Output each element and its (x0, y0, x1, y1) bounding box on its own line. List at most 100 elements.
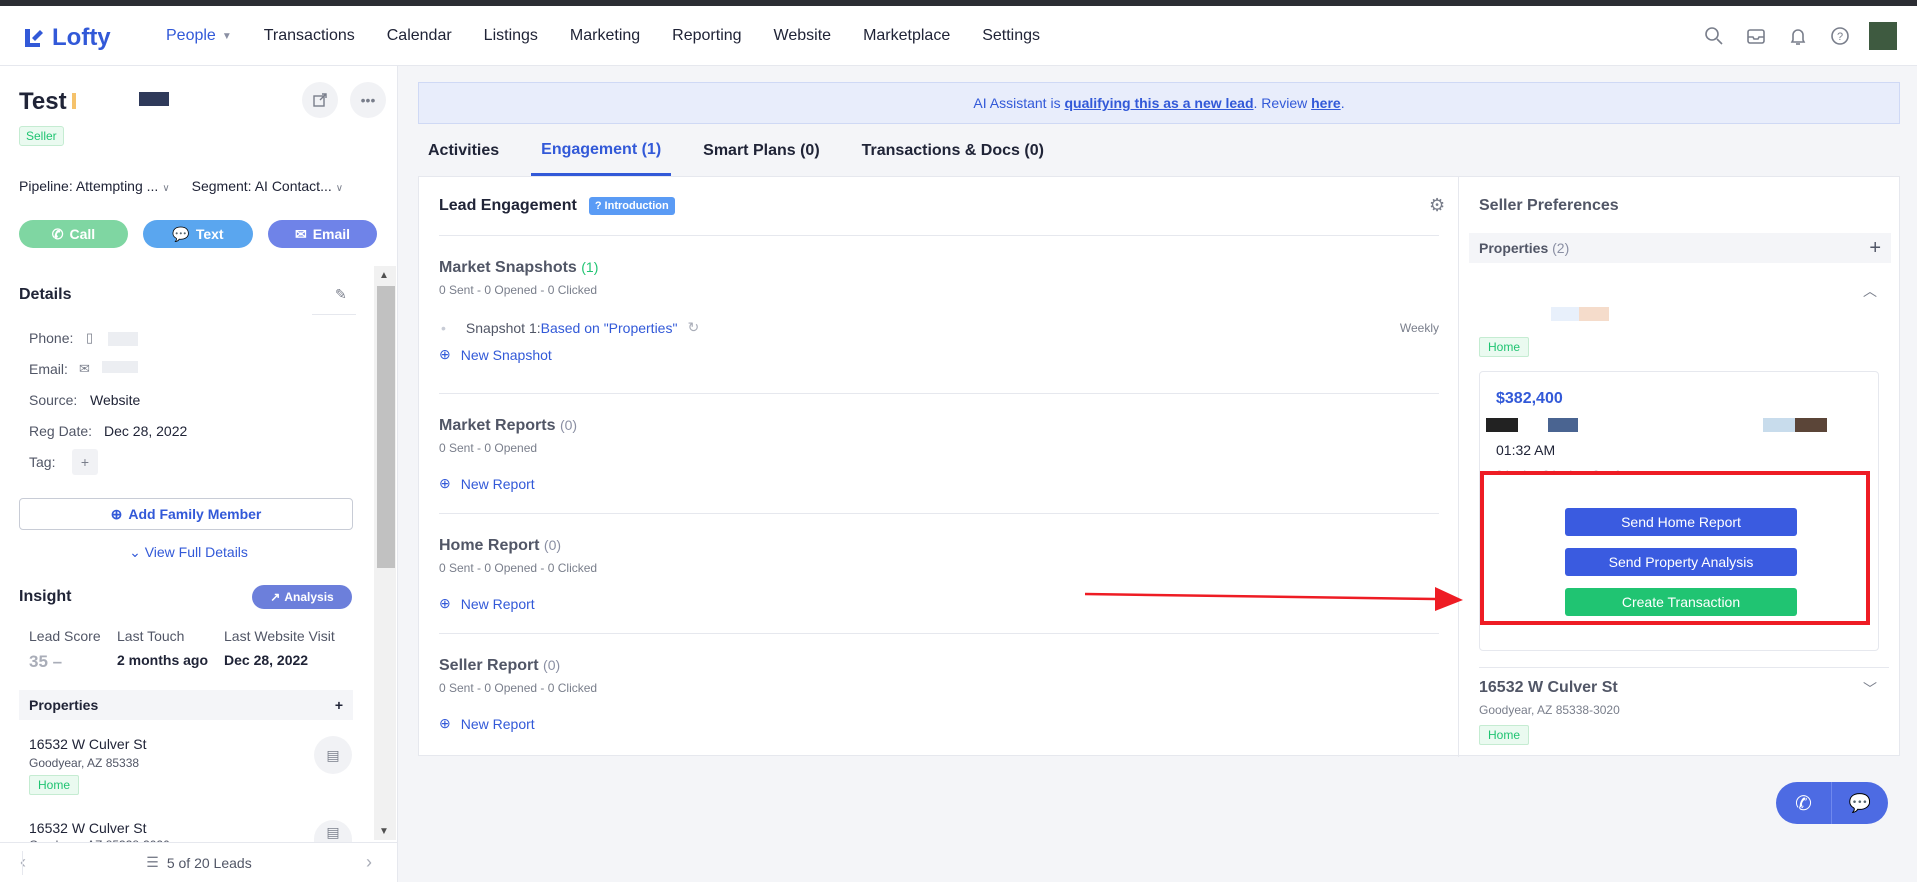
bell-icon[interactable] (1785, 23, 1811, 49)
phone-label: Phone: (29, 330, 74, 346)
view-full-details-link[interactable]: ⌄ View Full Details (0, 544, 377, 561)
list-icon: ☰ (146, 854, 159, 870)
redacted-block (1579, 307, 1609, 321)
redacted-block (1486, 418, 1518, 432)
more-icon[interactable]: ••• (350, 82, 386, 118)
seller-properties-count: (2) (1552, 240, 1570, 256)
nav-listings[interactable]: Listings (468, 6, 554, 66)
chat-icon[interactable]: 💬 (1832, 782, 1888, 824)
analysis-button[interactable]: ↗ Analysis (252, 585, 352, 609)
introduction-badge[interactable]: ? Introduction (588, 197, 675, 215)
document-icon[interactable]: ▤ (314, 736, 352, 774)
call-button[interactable]: ✆ Call (19, 220, 128, 248)
add-property-icon[interactable]: + (335, 697, 343, 713)
seller-report-title: Seller Report (439, 657, 539, 674)
chevron-down-icon: ▼ (221, 30, 232, 42)
nav-marketplace[interactable]: Marketplace (847, 6, 966, 66)
segment-select[interactable]: Segment: AI Contact... ∨ (192, 178, 343, 194)
email-button[interactable]: ✉ Email (268, 220, 377, 248)
new-market-report-link[interactable]: ⊕ New Report (439, 475, 1439, 492)
segment-value: AI Contact... (254, 178, 332, 194)
nav-marketing[interactable]: Marketing (554, 6, 656, 66)
seller-home-badge: Home (1479, 337, 1530, 357)
market-reports-section: Market Reports (0) 0 Sent - 0 Opened ⊕ Ne… (439, 417, 1439, 492)
new-snapshot-label: New Snapshot (460, 346, 552, 363)
snapshot-row: • Snapshot 1: Based on "Properties" ↻ We… (439, 319, 1439, 336)
name-accent-mark (72, 93, 76, 109)
left-prop1-address[interactable]: 16532 W Culver St (29, 736, 147, 752)
lead-name: Test (19, 88, 67, 115)
chat-icon: 💬 (172, 225, 190, 242)
tab-activities[interactable]: Activities (418, 126, 509, 176)
search-icon[interactable] (1701, 23, 1727, 49)
banner-review-link[interactable]: here (1311, 95, 1341, 111)
nav-reporting[interactable]: Reporting (656, 6, 757, 66)
main-nav: People ▼ Transactions Calendar Listings M… (150, 6, 1056, 66)
segment-label: Segment: (191, 178, 252, 194)
edit-icon[interactable]: ✎ (335, 286, 347, 303)
scroll-up-icon[interactable]: ▲ (379, 270, 389, 281)
nav-people-label: People (166, 27, 216, 44)
lead-pager: ‹ ☰ 5 of 20 Leads › (0, 842, 398, 882)
svg-text:?: ? (1837, 31, 1843, 43)
next-lead-icon[interactable]: › (366, 852, 372, 873)
left-properties-title: Properties (29, 697, 99, 713)
prop2-address[interactable]: 16532 W Culver St (1479, 679, 1618, 697)
text-button[interactable]: 💬 Text (143, 220, 253, 248)
phone-icon[interactable]: ✆ (1776, 782, 1832, 824)
lofty-logo-icon (25, 29, 43, 47)
pipeline-select[interactable]: Pipeline: Attempting ... ∨ (19, 178, 170, 194)
new-snapshot-link[interactable]: ⊕ New Snapshot (439, 346, 1439, 363)
mail-icon: ✉ (79, 361, 90, 376)
divider (439, 235, 1439, 236)
nav-website[interactable]: Website (758, 6, 848, 66)
prev-lead-icon[interactable]: ‹ (20, 852, 26, 873)
property-time: 01:32 AM (1496, 442, 1556, 458)
new-seller-report-link[interactable]: ⊕ New Report (439, 715, 1439, 732)
nav-transactions[interactable]: Transactions (248, 6, 371, 66)
email-field-label: Email: (29, 361, 68, 377)
left-prop1-city: Goodyear, AZ 85338 (29, 756, 140, 770)
scrollbar-thumb[interactable] (377, 286, 395, 568)
logo-text: Lofty (52, 24, 111, 51)
add-tag-button[interactable]: + (72, 449, 98, 475)
floating-contact-buttons: ✆ 💬 (1776, 782, 1888, 824)
lead-engagement-header: Lead Engagement? Introduction (439, 197, 675, 215)
left-scrollbar[interactable]: ▲ ▼ (374, 266, 396, 840)
tab-smart-plans[interactable]: Smart Plans (0) (693, 126, 829, 176)
tab-engagement[interactable]: Engagement (1) (531, 126, 672, 176)
redacted-block (1548, 418, 1578, 432)
lead-tabs: Activities Engagement (1) Smart Plans (0… (418, 126, 1076, 176)
home-report-count: (0) (543, 537, 562, 553)
nav-calendar[interactable]: Calendar (371, 6, 468, 66)
redacted-block (1551, 307, 1579, 321)
pager-text[interactable]: 5 of 20 Leads (167, 855, 252, 871)
phone-icon: ✆ (51, 225, 64, 242)
property-price[interactable]: $382,400 (1496, 390, 1563, 408)
nav-settings[interactable]: Settings (966, 6, 1056, 66)
help-icon[interactable]: ? (1827, 23, 1853, 49)
market-snapshots-section: Market Snapshots (1) 0 Sent - 0 Opened -… (439, 259, 1439, 363)
scroll-down-icon[interactable]: ▼ (379, 826, 389, 837)
seller-report-stats: 0 Sent - 0 Opened - 0 Clicked (439, 681, 598, 695)
seller-report-count: (0) (543, 657, 561, 673)
gear-icon[interactable]: ⚙ (1429, 195, 1445, 216)
nav-people[interactable]: People ▼ (150, 6, 248, 66)
add-property-icon[interactable]: + (1869, 237, 1881, 260)
left-prop2-address[interactable]: 16532 W Culver St (29, 820, 147, 836)
lofty-logo[interactable]: Lofty (22, 24, 111, 52)
tab-transactions-docs[interactable]: Transactions & Docs (0) (852, 126, 1054, 176)
details-divider (312, 314, 356, 315)
snapshot-link[interactable]: Based on "Properties" (541, 320, 678, 336)
chevron-down-icon[interactable]: ﹀ (1863, 679, 1877, 699)
chevron-up-icon[interactable]: ︿ (1863, 281, 1877, 301)
details-title: Details (19, 286, 72, 303)
user-avatar[interactable] (1869, 22, 1897, 50)
add-family-member-button[interactable]: ⊕ Add Family Member (19, 498, 353, 530)
banner-qualify-link[interactable]: qualifying this as a new lead (1064, 95, 1253, 111)
tag-label: Tag: (29, 454, 56, 470)
inbox-icon[interactable] (1743, 23, 1769, 49)
share-icon[interactable] (302, 82, 338, 118)
seller-preferences-section: Seller Preferences Properties (2) + ︿ Ho… (1459, 177, 1899, 757)
lead-engagement-section: Lead Engagement? Introduction ⚙ Market Sn… (419, 177, 1463, 757)
